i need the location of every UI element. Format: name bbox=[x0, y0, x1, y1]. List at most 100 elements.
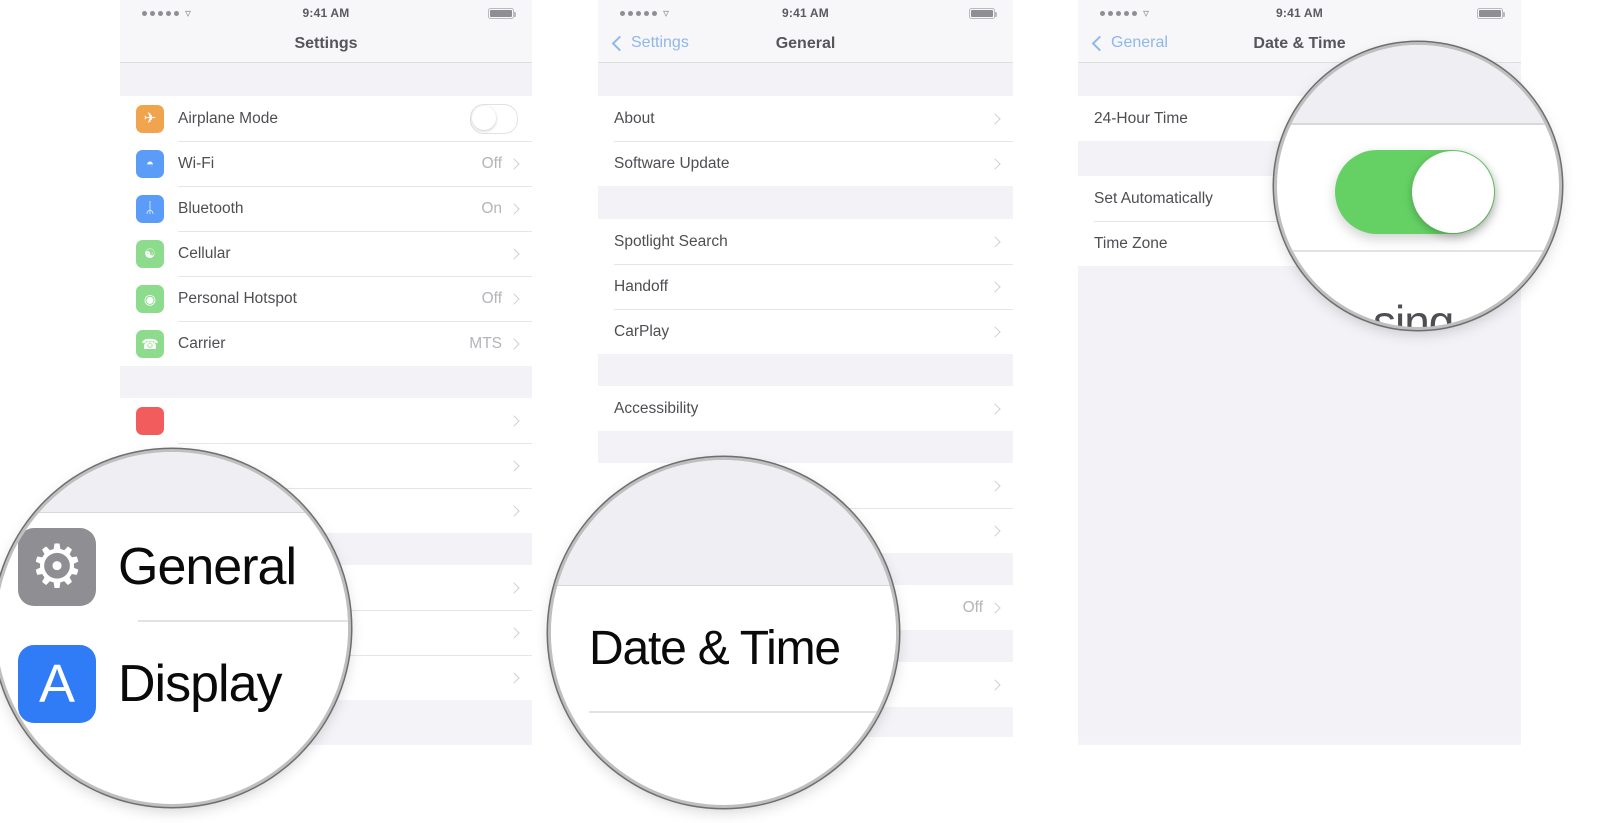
notifications-icon bbox=[136, 406, 164, 435]
row-software-update[interactable]: Software Update bbox=[598, 141, 1013, 186]
row-label: Spotlight Search bbox=[614, 232, 728, 250]
row-carplay[interactable]: CarPlay bbox=[598, 309, 1013, 354]
row-airplane-mode[interactable]: ✈ Airplane Mode bbox=[120, 96, 532, 141]
status-bar-time: 9:41 AM bbox=[302, 6, 350, 20]
page-title: Settings bbox=[294, 35, 358, 52]
chevron-right-icon bbox=[989, 112, 1001, 125]
24-hour-time-toggle[interactable] bbox=[1335, 150, 1495, 234]
row-carrier[interactable]: ☎ Carrier MTS bbox=[120, 321, 532, 366]
chevron-right-icon bbox=[508, 504, 520, 517]
row-cellular[interactable]: ☯ Cellular bbox=[120, 231, 532, 276]
row-label: CarPlay bbox=[614, 322, 670, 340]
status-bar: ▿ 9:41 AM bbox=[598, 0, 1013, 28]
general-group-2: Spotlight Search Handoff CarPlay bbox=[598, 219, 1013, 354]
status-bar-time: 9:41 AM bbox=[782, 6, 829, 20]
row-label: Personal Hotspot bbox=[178, 289, 297, 307]
magnified-row-label: Display bbox=[118, 655, 282, 713]
section-gap bbox=[598, 431, 1013, 463]
magnified-section-gap bbox=[551, 460, 896, 585]
row-value: Off bbox=[962, 598, 983, 616]
magnified-row-label: General bbox=[118, 537, 297, 596]
row-handoff[interactable]: Handoff bbox=[598, 264, 1013, 309]
section-gap bbox=[120, 366, 532, 398]
chevron-right-icon bbox=[508, 414, 520, 427]
chevron-right-icon bbox=[989, 479, 1001, 492]
magnified-row-label: Date & Time bbox=[589, 622, 841, 675]
row-value: MTS bbox=[469, 334, 502, 352]
magnifier-general: ⚙ General A Display bbox=[0, 452, 348, 804]
row-label: Handoff bbox=[614, 277, 669, 295]
row-wifi[interactable]: ◓ Wi-Fi Off bbox=[120, 141, 532, 186]
row-value: Off bbox=[481, 154, 502, 172]
magnified-separator bbox=[589, 711, 896, 713]
magnified-separator bbox=[1277, 250, 1559, 252]
magnified-section-gap bbox=[1277, 45, 1559, 123]
row-notifications[interactable] bbox=[120, 398, 532, 443]
chevron-right-icon bbox=[508, 292, 520, 305]
chevron-right-icon bbox=[508, 626, 520, 639]
status-bar: ▿ 9:41 AM bbox=[120, 0, 532, 28]
carrier-icon: ☎ bbox=[136, 329, 164, 358]
magnifier-24-hour-toggle: sing bbox=[1277, 45, 1559, 327]
row-personal-hotspot[interactable]: ◉ Personal Hotspot Off bbox=[120, 276, 532, 321]
chevron-right-icon bbox=[989, 280, 1001, 293]
battery-icon bbox=[488, 8, 516, 19]
row-value: On bbox=[481, 199, 502, 217]
chevron-right-icon bbox=[508, 337, 520, 350]
row-label: Cellular bbox=[178, 244, 231, 262]
section-gap bbox=[1078, 266, 1521, 736]
magnified-separator bbox=[1277, 123, 1559, 125]
airplane-icon: ✈ bbox=[136, 104, 164, 133]
chevron-right-icon bbox=[989, 157, 1001, 170]
page-title: General bbox=[775, 35, 836, 52]
magnified-row-general[interactable]: ⚙ General bbox=[0, 513, 348, 620]
section-gap bbox=[598, 354, 1013, 386]
chevron-right-icon bbox=[989, 325, 1001, 338]
row-label: Wi-Fi bbox=[178, 154, 215, 172]
magnifier-date-time: Date & Time bbox=[551, 460, 896, 805]
chevron-right-icon bbox=[508, 157, 520, 170]
magnified-partial-label: sing bbox=[1373, 296, 1454, 327]
chevron-right-icon bbox=[989, 524, 1001, 537]
row-label: Software Update bbox=[614, 154, 730, 172]
airplane-mode-toggle[interactable] bbox=[470, 103, 518, 134]
chevron-right-icon bbox=[989, 601, 1001, 614]
section-gap bbox=[598, 186, 1013, 219]
gear-icon: ⚙ bbox=[18, 527, 96, 606]
row-label: Accessibility bbox=[614, 399, 699, 417]
bluetooth-icon: ᛦ bbox=[136, 194, 164, 223]
chevron-right-icon bbox=[989, 678, 1001, 691]
row-about[interactable]: About bbox=[598, 96, 1013, 141]
general-group-3: Accessibility bbox=[598, 386, 1013, 431]
row-bluetooth[interactable]: ᛦ Bluetooth On bbox=[120, 186, 532, 231]
magnified-separator bbox=[138, 620, 348, 622]
toggle-knob bbox=[1412, 151, 1494, 233]
row-spotlight-search[interactable]: Spotlight Search bbox=[598, 219, 1013, 264]
display-icon: A bbox=[18, 645, 96, 723]
nav-bar-settings: Settings bbox=[120, 28, 532, 63]
chevron-right-icon bbox=[508, 202, 520, 215]
magnified-row-display[interactable]: A Display bbox=[0, 624, 348, 744]
status-bar-time: 9:41 AM bbox=[1276, 6, 1323, 20]
row-accessibility[interactable]: Accessibility bbox=[598, 386, 1013, 431]
chevron-right-icon bbox=[508, 671, 520, 684]
battery-icon bbox=[969, 8, 997, 19]
chevron-right-icon bbox=[508, 581, 520, 594]
status-bar: ▿ 9:41 AM bbox=[1078, 0, 1521, 28]
magnified-section-gap bbox=[0, 452, 348, 512]
hotspot-icon: ◉ bbox=[136, 284, 164, 313]
magnified-row-date-time[interactable]: Date & Time bbox=[551, 586, 896, 711]
chevron-right-icon bbox=[508, 247, 520, 260]
row-value: Off bbox=[481, 289, 502, 307]
wifi-icon: ◓ bbox=[136, 149, 164, 178]
row-label: About bbox=[614, 109, 655, 127]
battery-icon bbox=[1477, 8, 1505, 19]
section-gap bbox=[598, 63, 1013, 96]
chevron-right-icon bbox=[989, 235, 1001, 248]
row-label: Bluetooth bbox=[178, 199, 244, 217]
chevron-right-icon bbox=[989, 402, 1001, 415]
row-label: Carrier bbox=[178, 334, 226, 352]
settings-group-connectivity: ✈ Airplane Mode ◓ Wi-Fi Off ᛦ Bluetooth … bbox=[120, 96, 532, 366]
chevron-right-icon bbox=[508, 459, 520, 472]
general-group-1: About Software Update bbox=[598, 96, 1013, 186]
